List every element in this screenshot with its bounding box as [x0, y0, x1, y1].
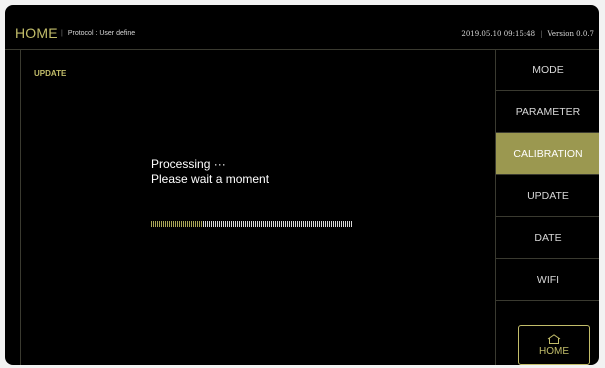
wait-message: Please wait a moment [151, 172, 270, 186]
separator: | [540, 30, 543, 38]
main-panel: UPDATE Processing ··· Please wait a mome… [20, 49, 496, 365]
sidebar-item-date[interactable]: DATE [496, 217, 599, 259]
top-bar: HOME | Protocol : User define 2019.05.10 … [5, 5, 599, 50]
home-icon [547, 333, 561, 344]
sidebar-item-label: PARAMETER [515, 105, 581, 118]
progress-bar [151, 221, 353, 227]
progress-fill [151, 221, 202, 227]
sidebar-item-calibration[interactable]: CALIBRATION [496, 133, 599, 175]
version: Version 0.0.7 [547, 30, 595, 38]
sidebar-item-parameter[interactable]: PARAMETER [496, 91, 599, 133]
home-button[interactable]: HOME [518, 325, 590, 365]
datetime: 2019.05.10 09:15:48 [461, 30, 536, 38]
sidebar-item-mode[interactable]: MODE [496, 49, 599, 91]
processing-message: Processing ··· [151, 157, 226, 171]
separator: | [61, 30, 63, 37]
page-title: HOME [15, 25, 58, 41]
sidebar-item-label: CALIBRATION [513, 147, 583, 160]
sidebar-item-update[interactable]: UPDATE [496, 175, 599, 217]
home-button-label: HOME [539, 345, 569, 357]
device-screen: HOME | Protocol : User define 2019.05.10 … [5, 5, 599, 365]
sidebar-item-label: WIFI [536, 273, 560, 286]
protocol-info: | Protocol : User define [61, 30, 135, 37]
sidebar-item-wifi[interactable]: WIFI [496, 259, 599, 301]
sidebar: MODE PARAMETER CALIBRATION UPDATE DATE W… [495, 49, 599, 365]
status-info: 2019.05.10 09:15:48 | Version 0.0.7 [461, 30, 594, 38]
sidebar-item-label: UPDATE [527, 189, 569, 202]
protocol-text: Protocol : User define [67, 30, 136, 37]
sidebar-item-label: DATE [534, 231, 562, 244]
section-label: UPDATE [34, 69, 67, 78]
sidebar-item-label: MODE [532, 63, 564, 76]
